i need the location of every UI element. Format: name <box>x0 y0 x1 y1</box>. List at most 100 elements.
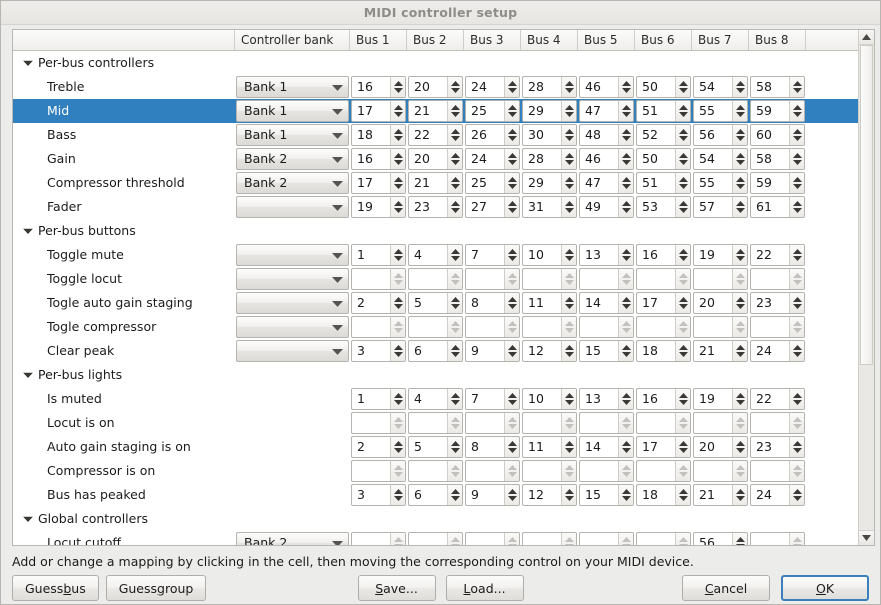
chevron-down-icon[interactable] <box>332 252 343 259</box>
midi-cc-spinner[interactable]: 16 <box>636 388 691 410</box>
bus-6-cell[interactable] <box>635 531 692 545</box>
spinner-arrows-icon[interactable] <box>618 461 633 481</box>
bus-7-cell[interactable]: 56 <box>692 531 749 545</box>
bus-8-cell[interactable]: 60 <box>749 123 806 147</box>
bus-3-cell[interactable] <box>464 531 521 545</box>
midi-cc-spinner[interactable]: 26 <box>465 124 520 146</box>
spinner-arrows-icon[interactable] <box>675 437 690 457</box>
midi-cc-value[interactable]: 54 <box>694 149 732 169</box>
midi-cc-spinner[interactable]: 24 <box>750 484 805 506</box>
midi-cc-spinner[interactable]: 25 <box>465 100 520 122</box>
bus-8-cell[interactable]: 23 <box>749 291 806 315</box>
bus-1-cell[interactable]: 17 <box>350 99 407 123</box>
bus-3-cell[interactable]: 8 <box>464 435 521 459</box>
bank-cell[interactable] <box>235 243 350 267</box>
midi-cc-value[interactable]: 25 <box>466 101 504 121</box>
bus-5-cell[interactable] <box>578 267 635 291</box>
midi-cc-value[interactable]: 27 <box>466 197 504 217</box>
bus-7-cell[interactable]: 21 <box>692 483 749 507</box>
spinner-arrows-icon[interactable] <box>789 317 804 337</box>
midi-cc-spinner[interactable] <box>579 316 634 338</box>
chevron-down-icon[interactable] <box>332 156 343 163</box>
midi-cc-spinner[interactable]: 7 <box>465 388 520 410</box>
scroll-up-button[interactable] <box>859 30 874 45</box>
midi-cc-spinner[interactable] <box>636 532 691 545</box>
bus-4-cell[interactable]: 28 <box>521 75 578 99</box>
table-row[interactable]: MidBank 11721252947515559 <box>13 99 858 123</box>
midi-cc-value[interactable]: 22 <box>409 125 447 145</box>
chevron-down-icon[interactable] <box>332 84 343 91</box>
bus-7-cell[interactable]: 55 <box>692 171 749 195</box>
triangle-down-icon[interactable] <box>21 363 34 387</box>
table-row[interactable]: TrebleBank 11620242846505458 <box>13 75 858 99</box>
midi-cc-value[interactable]: 46 <box>580 77 618 97</box>
spinner-arrows-icon[interactable] <box>732 125 747 145</box>
bus-2-cell[interactable]: 21 <box>407 99 464 123</box>
bus-4-cell[interactable] <box>521 459 578 483</box>
bus-1-cell[interactable] <box>350 267 407 291</box>
midi-cc-spinner[interactable] <box>408 268 463 290</box>
header-cell-bus-1[interactable]: Bus 1 <box>350 30 407 50</box>
bus-2-cell[interactable] <box>407 411 464 435</box>
midi-cc-spinner[interactable] <box>579 412 634 434</box>
bus-2-cell[interactable] <box>407 531 464 545</box>
midi-cc-value[interactable]: 9 <box>466 341 504 361</box>
spinner-arrows-icon[interactable] <box>447 101 462 121</box>
midi-cc-spinner[interactable] <box>693 412 748 434</box>
midi-cc-value[interactable] <box>409 317 447 337</box>
midi-cc-value[interactable]: 4 <box>409 245 447 265</box>
bus-5-cell[interactable]: 46 <box>578 75 635 99</box>
controller-bank-select[interactable]: Bank 2 <box>236 148 349 170</box>
spinner-arrows-icon[interactable] <box>561 389 576 409</box>
midi-cc-value[interactable]: 58 <box>751 77 789 97</box>
midi-cc-value[interactable] <box>523 269 561 289</box>
midi-cc-value[interactable] <box>637 317 675 337</box>
bus-5-cell[interactable]: 14 <box>578 435 635 459</box>
midi-cc-value[interactable] <box>580 413 618 433</box>
midi-cc-spinner[interactable]: 11 <box>522 292 577 314</box>
bus-7-cell[interactable]: 55 <box>692 99 749 123</box>
spinner-arrows-icon[interactable] <box>732 317 747 337</box>
spinner-arrows-icon[interactable] <box>561 197 576 217</box>
spinner-arrows-icon[interactable] <box>504 533 519 545</box>
midi-cc-spinner[interactable] <box>408 316 463 338</box>
chevron-down-icon[interactable] <box>332 540 343 546</box>
midi-cc-value[interactable] <box>523 533 561 545</box>
spinner-arrows-icon[interactable] <box>390 149 405 169</box>
chevron-down-icon[interactable] <box>332 276 343 283</box>
bus-2-cell[interactable]: 4 <box>407 387 464 411</box>
midi-cc-spinner[interactable] <box>522 316 577 338</box>
spinner-arrows-icon[interactable] <box>561 533 576 545</box>
midi-cc-spinner[interactable]: 10 <box>522 388 577 410</box>
midi-cc-spinner[interactable]: 15 <box>579 340 634 362</box>
midi-cc-value[interactable]: 56 <box>694 533 732 545</box>
midi-cc-value[interactable]: 18 <box>637 341 675 361</box>
midi-cc-spinner[interactable] <box>351 316 406 338</box>
midi-cc-value[interactable] <box>580 533 618 545</box>
ok-button[interactable]: OK <box>781 575 869 601</box>
midi-cc-spinner[interactable]: 22 <box>750 244 805 266</box>
midi-cc-value[interactable]: 23 <box>751 437 789 457</box>
midi-cc-spinner[interactable]: 19 <box>351 196 406 218</box>
chevron-down-icon[interactable] <box>332 348 343 355</box>
triangle-down-icon[interactable] <box>21 51 34 75</box>
midi-cc-spinner[interactable] <box>351 460 406 482</box>
bus-2-cell[interactable] <box>407 267 464 291</box>
table-row[interactable]: Compressor is on <box>13 459 858 483</box>
spinner-arrows-icon[interactable] <box>447 269 462 289</box>
bus-7-cell[interactable] <box>692 267 749 291</box>
bus-7-cell[interactable]: 19 <box>692 387 749 411</box>
bus-2-cell[interactable]: 5 <box>407 435 464 459</box>
midi-cc-spinner[interactable] <box>750 532 805 545</box>
spinner-arrows-icon[interactable] <box>789 197 804 217</box>
spinner-arrows-icon[interactable] <box>447 77 462 97</box>
spinner-arrows-icon[interactable] <box>618 437 633 457</box>
midi-cc-value[interactable] <box>352 533 390 545</box>
midi-cc-value[interactable]: 17 <box>637 437 675 457</box>
midi-cc-value[interactable]: 16 <box>637 245 675 265</box>
midi-cc-spinner[interactable]: 28 <box>522 76 577 98</box>
bank-cell[interactable] <box>235 267 350 291</box>
midi-cc-value[interactable] <box>409 269 447 289</box>
midi-cc-spinner[interactable] <box>522 532 577 545</box>
spinner-arrows-icon[interactable] <box>561 269 576 289</box>
